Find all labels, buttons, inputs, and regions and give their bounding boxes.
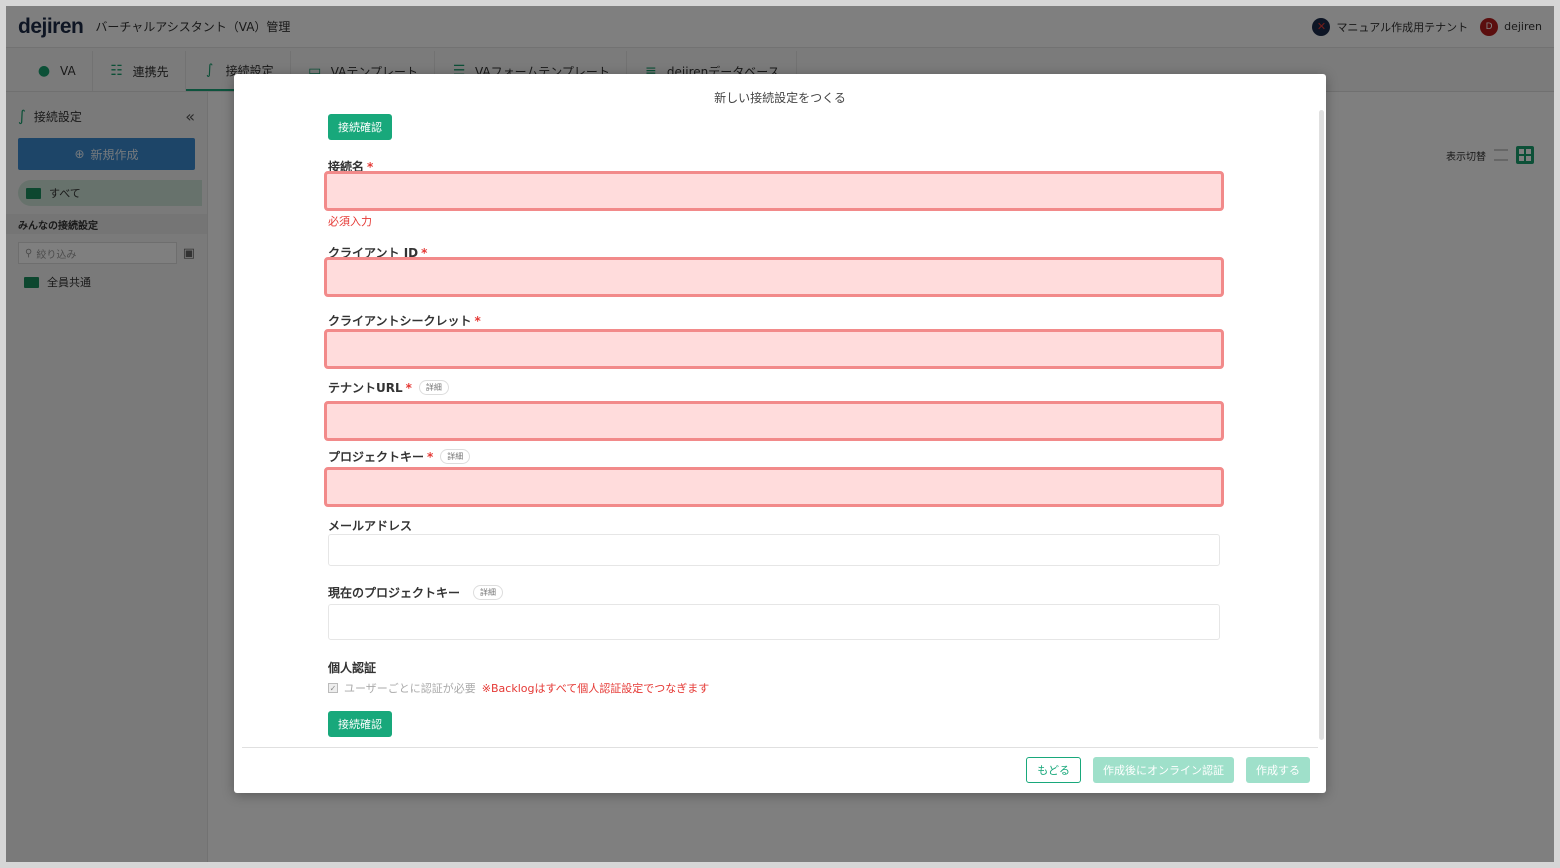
current-project-key-input[interactable] [328,604,1220,640]
backlog-note: ※Backlogはすべて個人認証設定でつなぎます [481,682,710,695]
email-label: メールアドレス [328,519,413,533]
client-secret-label: クライアントシークレット * [328,313,481,329]
project-key-detail-button[interactable]: 詳細 [440,449,471,464]
back-button[interactable]: もどる [1026,757,1081,783]
tenant-url-input[interactable] [324,401,1224,441]
new-connection-modal: 新しい接続設定をつくる 接続確認 接続名* 必須入力 クライアント ID* [234,74,1326,793]
current-project-key-label: 現在のプロジェクトキー 詳細 [328,584,504,601]
modal-footer: もどる 作成後にオンライン認証 作成する [1026,757,1310,783]
current-project-key-detail-button[interactable]: 詳細 [473,585,504,600]
connection-name-error: 必須入力 [328,215,372,228]
email-input[interactable] [328,534,1220,566]
connection-name-input[interactable] [324,171,1224,211]
connection-check-button-bottom[interactable]: 接続確認 [328,711,392,737]
footer-divider [242,747,1318,748]
tenant-url-label: テナントURL * 詳細 [328,379,449,396]
modal-scrollbar[interactable] [1319,110,1324,740]
project-key-label: プロジェクトキー * 詳細 [328,448,471,465]
connection-check-button-top[interactable]: 接続確認 [328,114,392,140]
project-key-input[interactable] [324,467,1224,507]
create-online-auth-button[interactable]: 作成後にオンライン認証 [1093,757,1234,783]
tenant-url-detail-button[interactable]: 詳細 [418,380,449,395]
client-id-input[interactable] [324,257,1224,297]
personal-auth-row: ✓ ユーザーごとに認証が必要 ※Backlogはすべて個人認証設定でつなぎます [328,680,709,696]
personal-auth-checkbox-label: ユーザーごとに認証が必要 [344,682,476,695]
personal-auth-checkbox[interactable]: ✓ [328,683,338,693]
client-secret-input[interactable] [324,329,1224,369]
create-button[interactable]: 作成する [1246,757,1310,783]
modal-title: 新しい接続設定をつくる [714,91,846,105]
personal-auth-label: 個人認証 [328,661,377,675]
